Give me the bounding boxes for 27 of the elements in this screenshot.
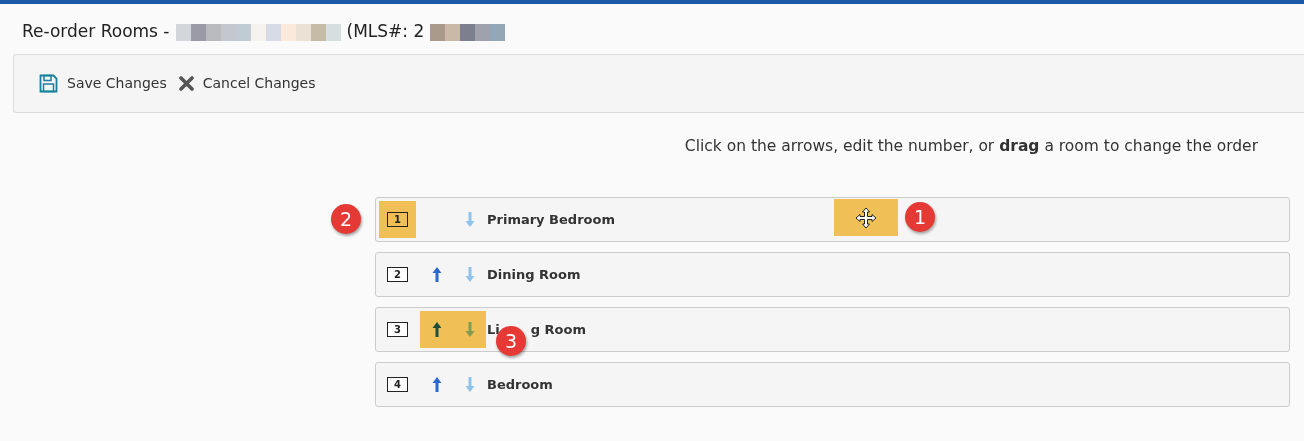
number-field[interactable]: 3 bbox=[387, 322, 408, 337]
number-field[interactable]: 2 bbox=[387, 267, 408, 282]
callout-badge: 2 bbox=[331, 204, 361, 234]
room-name: Bedroom bbox=[487, 375, 553, 394]
close-icon bbox=[178, 76, 194, 91]
room-row[interactable]: 4 Bedroom bbox=[375, 362, 1290, 407]
up-arrow-icon bbox=[431, 376, 442, 393]
save-button[interactable]: Save Changes bbox=[39, 73, 167, 94]
down-arrow-icon bbox=[464, 376, 475, 393]
room-name: g Room bbox=[530, 320, 586, 339]
mls-label: (MLS#: 2 bbox=[346, 20, 425, 44]
room-row[interactable]: 2 Dining Room bbox=[375, 252, 1290, 297]
down-arrow-icon bbox=[464, 266, 475, 283]
move-icon bbox=[855, 206, 877, 229]
save-icon bbox=[39, 74, 58, 93]
down-arrow-icon bbox=[464, 211, 475, 228]
down-arrow-icon bbox=[464, 321, 475, 338]
number-field[interactable]: 1 bbox=[387, 212, 408, 227]
up-arrow-icon bbox=[431, 321, 442, 338]
room-name: Primary Bedroom bbox=[487, 210, 615, 229]
cancel-button[interactable]: Cancel Changes bbox=[178, 73, 316, 94]
drag-handle[interactable] bbox=[834, 199, 898, 236]
room-name: Dining Room bbox=[487, 265, 581, 284]
up-arrow-icon bbox=[431, 266, 442, 283]
page-title: Re-order Rooms - bbox=[22, 20, 170, 44]
instruction-text: Click on the arrows, edit the number, or drag a room to change the order bbox=[684, 137, 1258, 155]
number-field[interactable]: 4 bbox=[387, 377, 408, 392]
